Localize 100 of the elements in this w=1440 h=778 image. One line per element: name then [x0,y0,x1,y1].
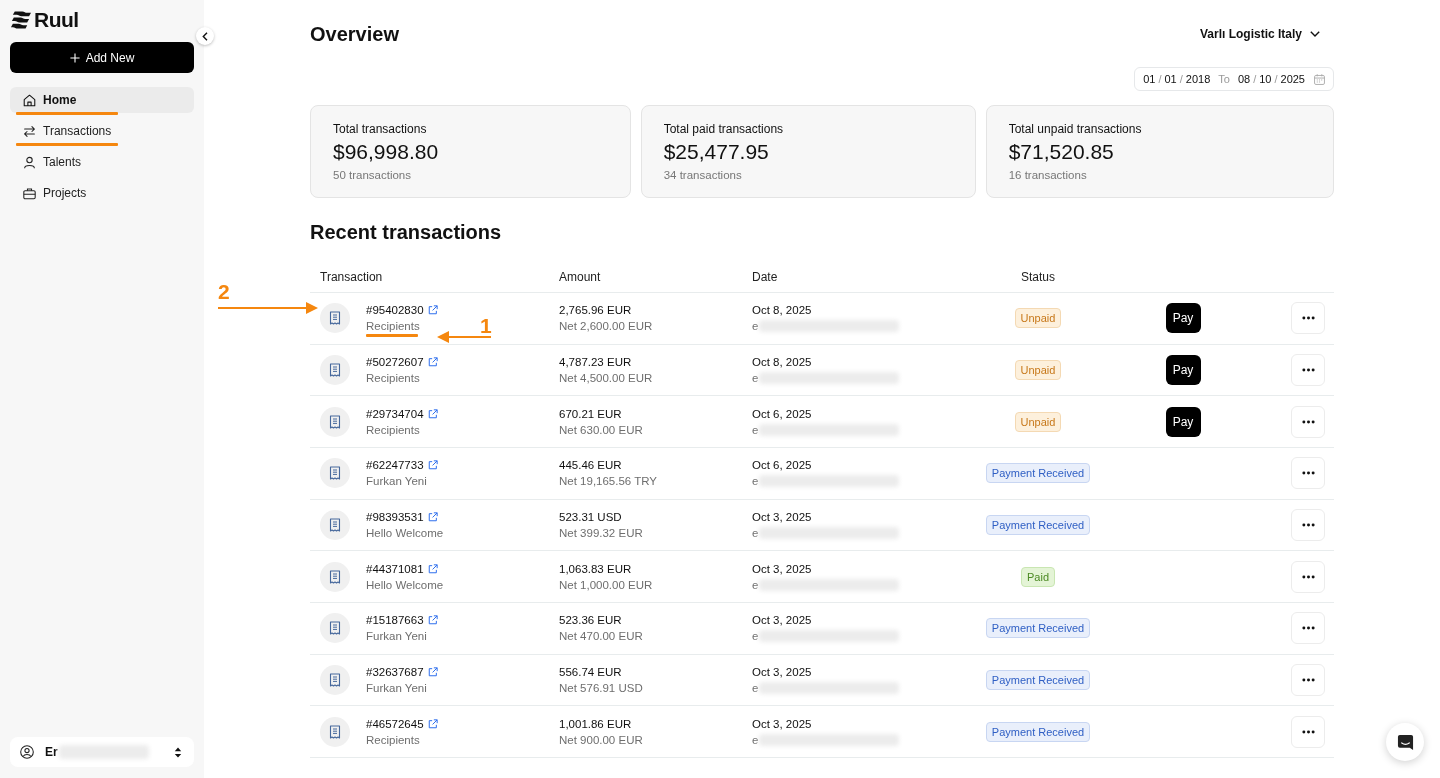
pay-button[interactable]: Pay [1165,303,1201,334]
recipient-name: Recipients [366,423,420,436]
swap-arrows-icon [23,124,36,138]
transaction-link[interactable]: #95402830 [366,304,424,317]
chat-bubble-icon [1396,733,1414,751]
date-range-field[interactable]: 01 / 01 / 2018 To 08 / 10 / 2025 [1134,67,1334,91]
email-text: e [752,319,759,335]
email-text: e [752,371,759,386]
document-icon [320,664,350,695]
more-button[interactable] [1291,612,1325,645]
status-badge: Paid [1021,566,1055,587]
pay-button[interactable]: Pay [1165,406,1201,437]
stat-count: 34 transactions [663,168,743,183]
net-amount: Net 4,500.00 EUR [559,371,654,386]
amount-text: 1,063.83 EUR [559,561,633,577]
more-button[interactable] [1291,715,1325,748]
chevron-left-icon [202,31,208,41]
more-icon [1301,626,1315,631]
transaction-link[interactable]: #46572645 [366,717,424,730]
more-button[interactable] [1291,663,1325,696]
date-text: Oct 3, 2025 [752,716,813,732]
add-new-button[interactable]: Add New [10,42,194,73]
more-icon [1301,729,1315,734]
more-button[interactable] [1291,405,1325,438]
plus-icon [69,52,80,63]
company-dropdown[interactable]: Varlı Logistic Italy [1199,27,1334,41]
external-link-icon[interactable] [427,615,438,626]
external-link-icon[interactable] [427,563,438,574]
email-text: e [752,732,759,748]
page-title: Overview [310,22,399,47]
transaction-link[interactable]: #15187663 [366,614,424,627]
collapse-button[interactable] [196,27,214,45]
document-icon [320,509,350,540]
recipient-name: Furkan Yeni [366,630,427,643]
amount-text: 445.46 EUR [559,458,623,474]
briefcase-icon [23,186,36,200]
external-link-icon[interactable] [427,357,438,367]
more-icon [1301,471,1315,476]
date-text: Oct 3, 2025 [752,613,813,629]
external-link-icon[interactable] [427,511,438,522]
nav-item[interactable]: Home [10,87,194,113]
recipient-name: Recipients [366,372,420,384]
transaction-link[interactable]: #32637687 [366,665,424,678]
stat-value: $71,520.85 [1008,139,1115,165]
external-link-icon[interactable] [427,305,438,316]
nav-item[interactable]: Projects [10,180,194,206]
user-switcher[interactable]: Er [10,737,194,767]
net-amount: Net 900.00 EUR [559,732,644,748]
external-link-icon[interactable] [427,718,438,729]
nav-item[interactable]: Talents [10,149,194,175]
stat-label: Total unpaid transactions [1008,121,1143,138]
recipient-name: Hello Welcome [366,526,444,539]
recipient-name: Recipients [366,733,420,746]
recipient-name: Hello Welcome [366,578,444,591]
date-text: Oct 3, 2025 [752,509,813,525]
date-text: Oct 8, 2025 [752,303,813,319]
home-icon [23,93,36,107]
amount-text: 4,787.23 EUR [559,355,633,370]
date-text: Oct 3, 2025 [752,561,813,577]
nav-item[interactable]: Transactions [10,118,194,144]
more-icon [1301,368,1315,372]
net-amount: Net 630.00 EUR [559,422,644,438]
external-link-icon[interactable] [427,408,438,419]
document-icon [320,716,350,747]
chevron-down-icon [1310,31,1320,37]
more-button[interactable] [1291,302,1325,335]
transaction-link[interactable]: #98393531 [366,510,424,523]
document-icon [320,303,350,334]
email-text: e [752,629,759,645]
transaction-link[interactable]: #62247733 [366,459,424,472]
person-icon [23,155,36,169]
column-header: Date [752,270,779,284]
more-icon [1301,677,1315,682]
more-button[interactable] [1291,354,1325,386]
transaction-link[interactable]: #44371081 [366,562,424,575]
stat-value: $25,477.95 [663,139,770,165]
transaction-link[interactable]: #50272607 [366,356,424,368]
stat-label: Total paid transactions [663,121,785,138]
external-link-icon[interactable] [427,460,438,471]
stat-label: Total transactions [333,121,428,138]
more-button[interactable] [1291,457,1325,490]
pay-button[interactable]: Pay [1165,355,1201,385]
date-text: Oct 8, 2025 [752,355,813,370]
chat-button[interactable] [1386,723,1424,761]
email-text: e [752,422,759,438]
document-icon [320,613,350,644]
more-icon [1301,419,1315,424]
more-button[interactable] [1291,560,1325,593]
date-text: Oct 6, 2025 [752,406,813,422]
stat-value: $96,998.80 [333,139,440,165]
transaction-link[interactable]: #29734704 [366,407,424,420]
net-amount: Net 576.91 USD [559,680,644,696]
column-header: Amount [559,270,602,284]
external-link-icon[interactable] [427,666,438,677]
status-badge: Unpaid [1014,360,1062,380]
up-down-caret-icon [174,746,182,758]
more-button[interactable] [1291,508,1325,541]
net-amount: Net 399.32 EUR [559,525,644,541]
document-icon [320,458,350,489]
status-badge: Payment Received [985,669,1091,690]
